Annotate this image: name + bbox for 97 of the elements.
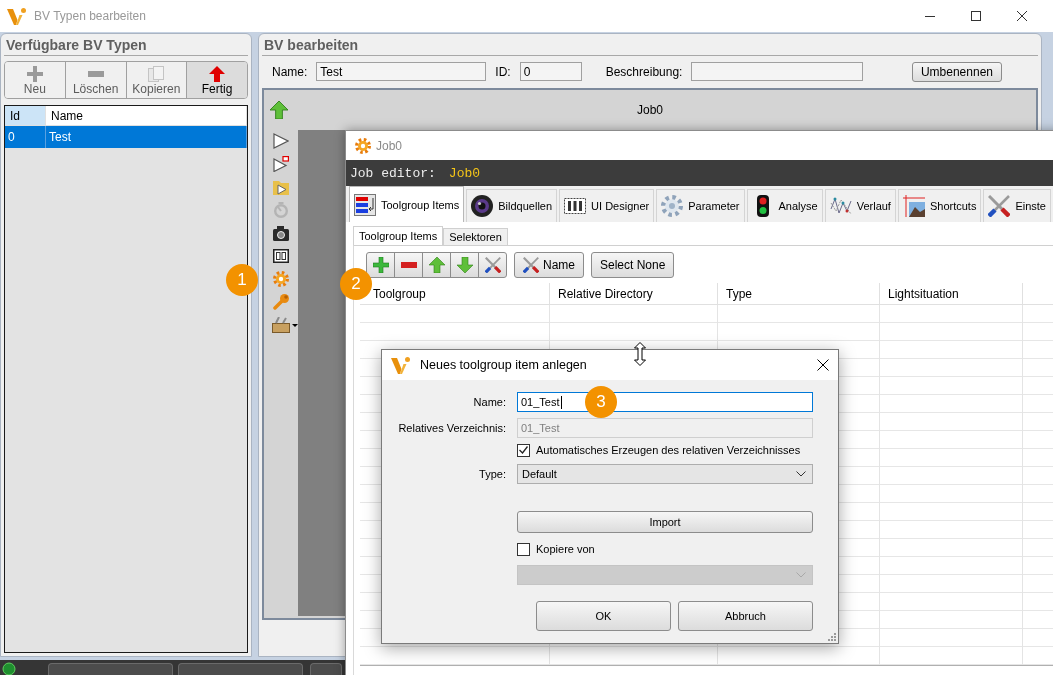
column-header[interactable]: Type xyxy=(726,286,752,301)
column-header[interactable]: Toolgroup xyxy=(373,286,426,301)
tab[interactable]: Verlauf xyxy=(824,189,896,222)
close-icon xyxy=(1017,11,1027,21)
text-field[interactable]: Test xyxy=(316,62,487,81)
tab[interactable]: Analyse xyxy=(746,189,823,222)
text-field[interactable] xyxy=(691,62,864,81)
tab[interactable]: Bildquellen xyxy=(466,189,558,222)
tab[interactable]: Toolgroup Items xyxy=(353,226,444,245)
checkbox-label[interactable]: Automatisches Erzeugen des relativen Verzeichnisses xyxy=(536,444,801,456)
move-down-button[interactable] xyxy=(450,252,479,278)
tools-icon xyxy=(484,257,501,273)
tools-icon xyxy=(523,257,539,273)
line-chart-icon xyxy=(829,195,852,217)
tab[interactable]: Toolgroup Items xyxy=(349,186,465,222)
toolbox-dropdown[interactable] xyxy=(272,317,298,333)
gear-icon xyxy=(661,195,684,217)
arrow-down-icon xyxy=(456,257,473,273)
job-name: Job0 xyxy=(448,165,481,181)
copy-icon xyxy=(148,65,165,82)
taskbar-button[interactable] xyxy=(178,663,303,675)
window-title: Job0 xyxy=(376,138,403,153)
dialog-title: Neues toolgroup item anlegen xyxy=(420,358,587,372)
check-icon xyxy=(519,446,528,454)
logo-icon xyxy=(7,7,26,25)
field-label: Name: xyxy=(272,64,308,79)
minus-icon xyxy=(400,262,417,268)
list-icon xyxy=(354,193,376,216)
folder-icon[interactable] xyxy=(273,179,289,195)
chevron-down-icon xyxy=(796,471,806,477)
checkbox[interactable] xyxy=(517,443,530,457)
field-label: Type: xyxy=(478,468,506,480)
wrench-icon[interactable] xyxy=(273,294,289,310)
dropdown[interactable]: Default xyxy=(517,464,813,484)
field-label: Beschreibung: xyxy=(605,64,683,79)
picture-icon xyxy=(902,195,925,217)
maximize-icon xyxy=(971,11,981,21)
tools-button[interactable] xyxy=(478,252,507,278)
gear-icon[interactable] xyxy=(273,271,289,287)
checkbox[interactable] xyxy=(517,542,530,556)
gear-icon xyxy=(355,137,371,154)
move-up-button[interactable] xyxy=(422,252,451,278)
panel-title: Verfügbare BV Typen xyxy=(4,34,248,56)
minimize-icon xyxy=(925,15,935,17)
dialog-button[interactable]: OK xyxy=(536,601,671,631)
rename-button[interactable]: Umbenennen xyxy=(911,61,1002,82)
column-header[interactable]: Id xyxy=(5,106,46,125)
arrow-up-icon[interactable] xyxy=(270,101,288,119)
close-button[interactable] xyxy=(817,359,829,371)
toolbar-button[interactable]: Name xyxy=(514,252,584,278)
dialog-button[interactable]: Abbruch xyxy=(678,601,813,631)
field-label: ID: xyxy=(495,64,511,79)
arrow-up-icon xyxy=(428,257,445,273)
arrow-up-icon xyxy=(209,65,226,82)
field-label: Relatives Verzeichnis: xyxy=(397,422,506,434)
camera-icon[interactable] xyxy=(273,225,289,241)
sliders-icon xyxy=(564,195,587,217)
resize-grip-icon xyxy=(828,633,836,641)
play-icon[interactable] xyxy=(273,133,289,149)
job-title: Job0 xyxy=(636,103,664,117)
start-icon xyxy=(2,662,16,675)
minus-icon xyxy=(87,70,104,77)
caret-icon xyxy=(292,323,298,327)
tab[interactable]: Shortcuts xyxy=(897,189,982,222)
table-cell: 0 xyxy=(5,126,46,148)
text-cursor-icon xyxy=(560,395,562,409)
panel-title: BV bearbeiten xyxy=(262,34,1038,56)
tab[interactable]: Parameter xyxy=(656,189,745,222)
editor-label: Job editor: xyxy=(350,165,436,181)
toolbar-button[interactable]: Select None xyxy=(591,252,675,278)
import-button[interactable]: Import xyxy=(517,511,813,533)
tab[interactable]: UI Designer xyxy=(559,189,655,222)
close-icon xyxy=(817,359,829,371)
remove-button[interactable] xyxy=(394,252,423,278)
toolbox-icon xyxy=(272,317,290,333)
flag-play-icon[interactable] xyxy=(273,156,289,172)
tab[interactable]: Selektoren xyxy=(443,228,508,245)
add-button[interactable] xyxy=(366,252,395,278)
two-panels-icon[interactable] xyxy=(273,248,289,264)
taskbar-button[interactable] xyxy=(310,663,342,675)
field-label: Name: xyxy=(472,396,506,408)
checkbox-label[interactable]: Kopiere von xyxy=(536,543,595,555)
column-header[interactable]: Lightsituation xyxy=(888,286,959,301)
table-cell: Test xyxy=(46,126,247,148)
window-title: BV Typen bearbeiten xyxy=(34,9,146,23)
chevron-down-icon xyxy=(796,572,806,578)
logo-icon xyxy=(391,356,410,374)
column-header[interactable]: Relative Directory xyxy=(558,286,653,301)
list-row[interactable]: 0 Test xyxy=(5,126,247,148)
plus-icon xyxy=(26,65,43,82)
toolbar-button[interactable]: Fertig xyxy=(187,62,247,98)
tab[interactable]: Einste xyxy=(983,189,1051,222)
text-field[interactable]: 0 xyxy=(519,62,582,81)
plus-icon xyxy=(372,257,389,273)
tools-icon xyxy=(988,195,1011,217)
lens-icon xyxy=(471,195,494,217)
taskbar-button[interactable] xyxy=(48,663,173,675)
